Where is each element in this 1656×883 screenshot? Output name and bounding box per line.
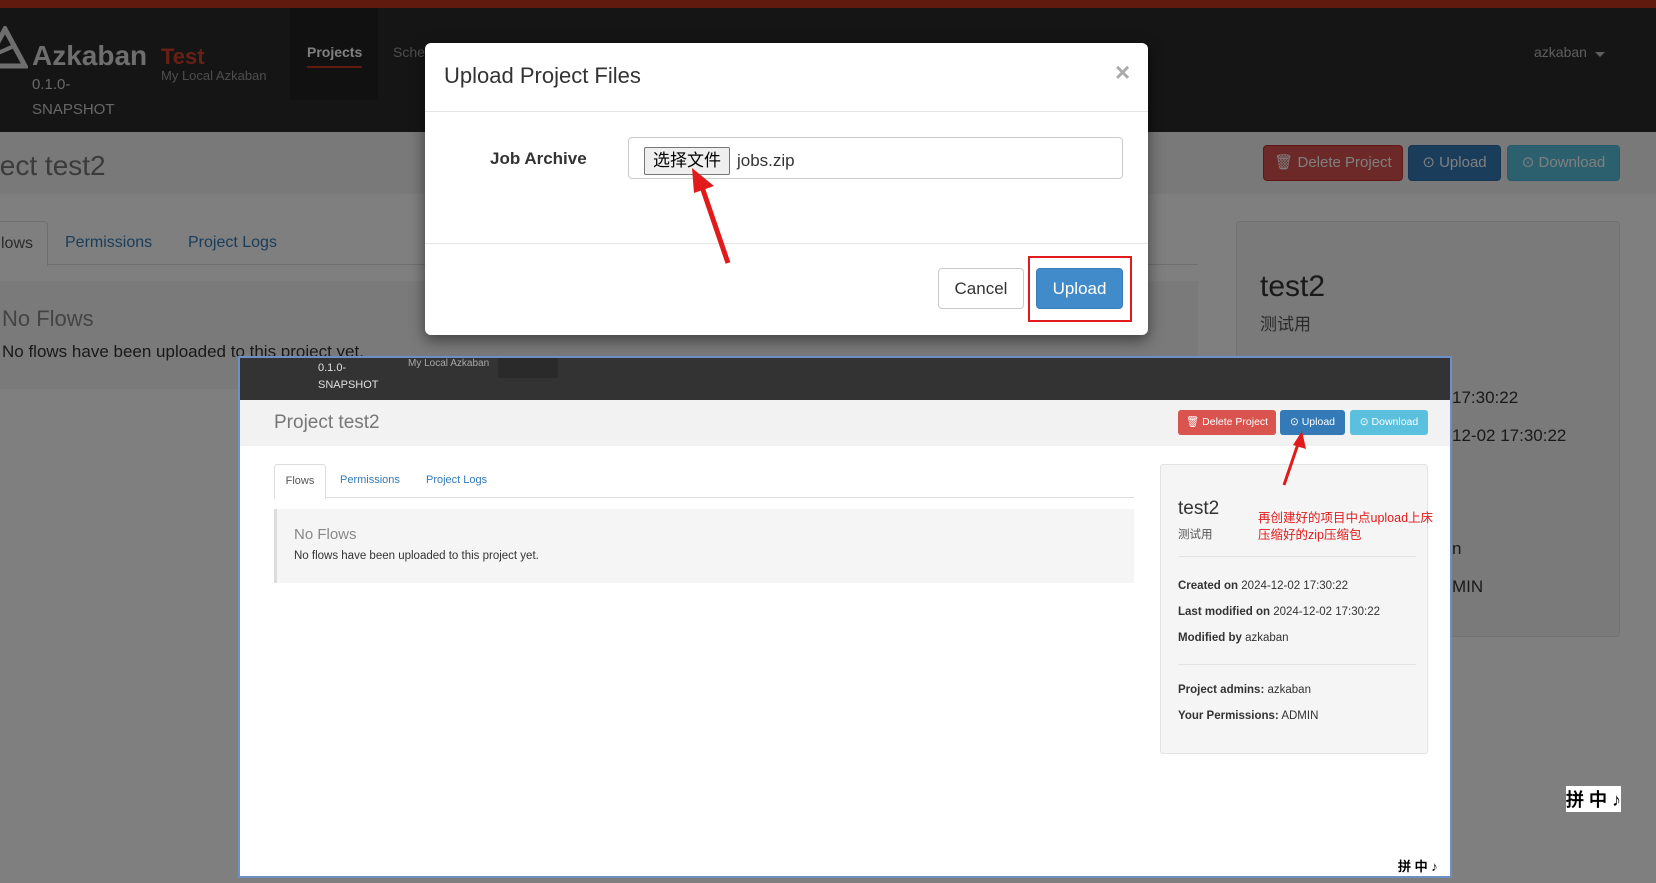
modal-title: Upload Project Files [444, 63, 641, 88]
inset-annotation-text: 再创建好的项目中点upload上床压缩好的zip压缩包 [1258, 511, 1434, 542]
inset-tab-permissions[interactable]: Permissions [340, 464, 400, 496]
inset-created-on: Created on 2024-12-02 17:30:22 [1178, 580, 1349, 592]
inset-no-flows-panel [274, 509, 1134, 583]
trash-icon: 🗑 [1185, 416, 1200, 428]
cancel-button[interactable]: Cancel [938, 268, 1024, 309]
inset-version: 0.1.0-SNAPSHOT [318, 362, 379, 391]
choose-file-button[interactable]: 选择文件 [644, 147, 730, 175]
inset-last-modified: Last modified on 2024-12-02 17:30:22 [1178, 606, 1380, 618]
inset-screenshot: 0.1.0-SNAPSHOT My Local Azkaban Project … [238, 356, 1452, 878]
job-archive-label: Job Archive [490, 149, 587, 168]
inset-ime-indicator: 拼 中 ♪ [1398, 856, 1438, 875]
ime-indicator: 拼 中 ♪ [1566, 786, 1622, 812]
selected-file-name: jobs.zip [737, 151, 795, 170]
inset-upload-button[interactable]: ⊙ Upload [1280, 410, 1345, 435]
upload-circle-icon: ⊙ [1289, 416, 1299, 428]
inset-divider [1178, 664, 1416, 665]
inset-tab-flows[interactable]: Flows [274, 464, 326, 499]
close-icon[interactable]: × [1115, 57, 1130, 88]
inset-tabs [274, 464, 1134, 498]
inset-project-name: test2 [1178, 498, 1220, 519]
inset-env-subtitle: My Local Azkaban [408, 358, 490, 369]
inset-tab-project-logs[interactable]: Project Logs [426, 464, 487, 496]
inset-project-admins: Project admins: azkaban [1178, 684, 1311, 696]
upload-highlight-box [1028, 256, 1132, 322]
modal-footer-divider [425, 243, 1148, 244]
inset-no-flows-text: No flows have been uploaded to this proj… [294, 550, 539, 562]
inset-nav-highlight [498, 358, 558, 378]
inset-download-button[interactable]: ⊙ Download [1350, 410, 1428, 435]
inset-modified-by: Modified by azkaban [1178, 632, 1289, 644]
download-circle-icon: ⊙ [1359, 416, 1369, 428]
inset-project-description: 测试用 [1178, 529, 1213, 541]
inset-no-flows-title: No Flows [294, 526, 357, 543]
inset-delete-project-button[interactable]: 🗑 Delete Project [1178, 410, 1276, 435]
inset-divider [1178, 556, 1416, 557]
inset-page-title: Project test2 [274, 412, 380, 433]
inset-your-permissions: Your Permissions: ADMIN [1178, 710, 1319, 722]
upload-modal: Upload Project Files × Job Archive 选择文件 … [425, 43, 1148, 335]
